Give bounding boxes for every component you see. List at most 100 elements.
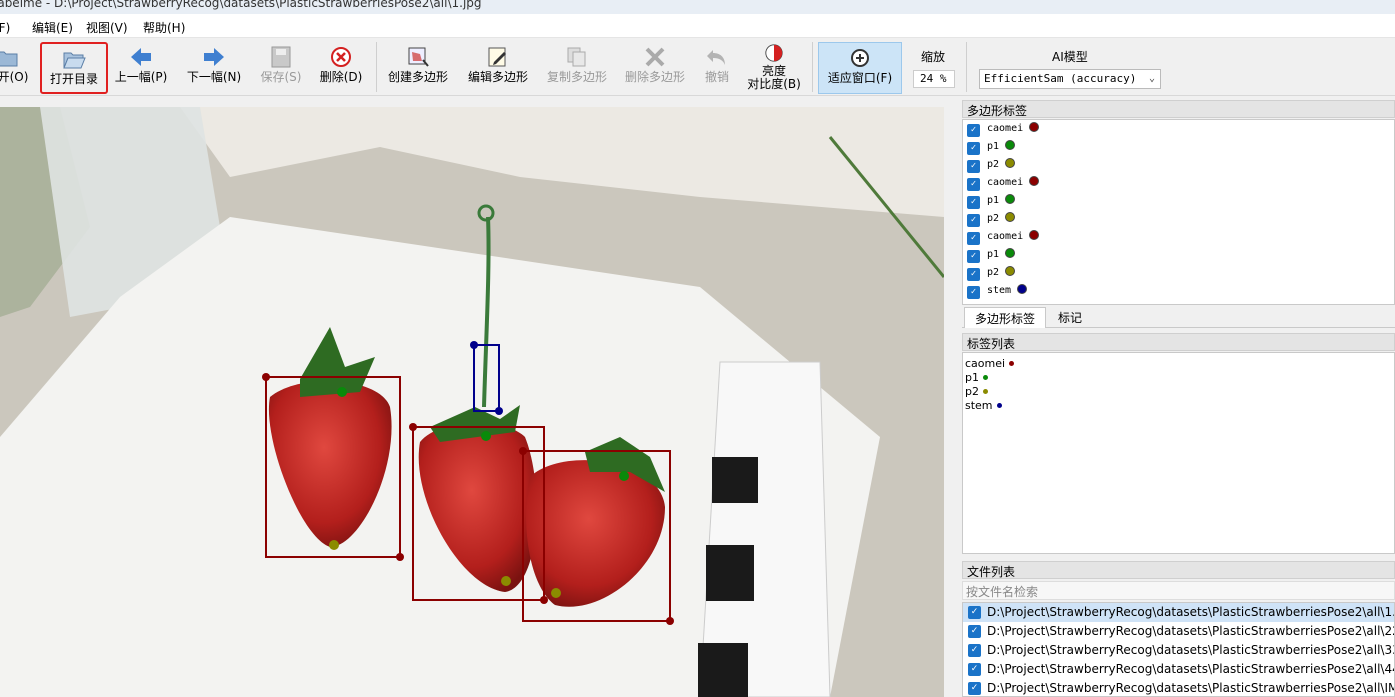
edit-polygon-button[interactable]: 编辑多边形 — [464, 42, 532, 94]
delete-button[interactable]: 删除(D) — [316, 42, 366, 94]
bbox-vertex[interactable] — [470, 341, 478, 349]
checkbox-checked[interactable]: ✓ — [967, 214, 980, 227]
create-polygon-button[interactable]: 创建多边形 — [384, 42, 452, 94]
open-button[interactable]: 打开(O) — [0, 42, 32, 94]
file-search-input[interactable]: 按文件名检索 — [962, 581, 1395, 600]
file-list-item[interactable]: ✓ D:\Project\StrawberryRecog\datasets\Pla… — [963, 603, 1394, 622]
arrow-left-icon — [131, 48, 151, 66]
keypoint-p1[interactable] — [619, 471, 629, 481]
checkbox-checked[interactable]: ✓ — [968, 606, 981, 619]
arrow-right-icon — [204, 48, 224, 66]
polygon-item[interactable]: ✓ p1 — [963, 246, 1394, 264]
polygon-item[interactable]: ✓ p2 — [963, 264, 1394, 282]
polygon-item[interactable]: ✓ p2 — [963, 156, 1394, 174]
label-list-item-label: stem — [965, 399, 993, 412]
edit-pencil-icon — [488, 47, 506, 67]
window-title: labelme - D:\Project\StrawberryRecog\dat… — [0, 0, 482, 10]
menu-file[interactable]: 文件(F) — [0, 19, 10, 36]
color-dot — [996, 403, 1002, 408]
scale-square — [706, 545, 754, 601]
label-list-item[interactable]: p2 — [963, 385, 1394, 399]
toolbar: 打开(O) 打开目录 上一幅(P) 下一幅(N) 保存(S) 删除(D) 创建多… — [0, 38, 1395, 96]
checkbox-checked[interactable]: ✓ — [967, 268, 980, 281]
tab-flags[interactable]: 标记 — [1048, 307, 1092, 328]
open-label: 打开(O) — [0, 70, 29, 84]
chevron-down-icon: ⌄ — [1148, 73, 1155, 84]
polygon-item[interactable]: ✓ p1 — [963, 192, 1394, 210]
bbox-vertex[interactable] — [666, 617, 674, 625]
create-polygon-icon — [408, 47, 429, 67]
open-dir-button[interactable]: 打开目录 — [40, 42, 108, 94]
bbox-vertex[interactable] — [396, 553, 404, 561]
tab-polygon-labels[interactable]: 多边形标签 — [964, 307, 1047, 328]
dock-tabs: 多边形标签 标记 — [962, 306, 1395, 328]
keypoint-p2[interactable] — [551, 588, 561, 598]
brightness-icon — [765, 44, 783, 62]
polygon-item[interactable]: ✓ caomei — [963, 228, 1394, 246]
polygon-item[interactable]: ✓ caomei — [963, 120, 1394, 138]
file-path: D:\Project\StrawberryRecog\datasets\Plas… — [987, 662, 1394, 676]
polygon-item[interactable]: ✓ stem — [963, 282, 1394, 300]
polygon-item[interactable]: ✓ p2 — [963, 210, 1394, 228]
menu-help[interactable]: 帮助(H) — [143, 19, 185, 36]
folder-icon — [0, 51, 18, 67]
label-list-item[interactable]: caomei — [963, 357, 1394, 371]
checkbox-checked[interactable]: ✓ — [967, 286, 980, 299]
label-list-item-label: caomei — [965, 357, 1006, 370]
delete-polygon-button[interactable]: 删除多边形 — [622, 42, 688, 94]
checkbox-checked[interactable]: ✓ — [968, 625, 981, 638]
bbox-vertex[interactable] — [495, 407, 503, 415]
bbox-vertex[interactable] — [262, 373, 270, 381]
checkbox-checked[interactable]: ✓ — [967, 142, 980, 155]
keypoint-p1[interactable] — [481, 431, 491, 441]
prev-image-button[interactable]: 上一幅(P) — [112, 42, 170, 94]
bbox-vertex[interactable] — [540, 596, 548, 604]
checkbox-checked[interactable]: ✓ — [968, 682, 981, 695]
checkbox-checked[interactable]: ✓ — [967, 250, 980, 263]
label-list-item[interactable]: stem — [963, 399, 1394, 413]
keypoint-p2[interactable] — [501, 576, 511, 586]
toolbar-separator — [966, 42, 967, 92]
brightness-contrast-button[interactable]: 亮度 对比度(B) — [744, 42, 804, 94]
checkbox-checked[interactable]: ✓ — [967, 178, 980, 191]
checkbox-checked[interactable]: ✓ — [968, 663, 981, 676]
ai-model-select[interactable]: EfficientSam (accuracy) ⌄ — [979, 69, 1161, 89]
keypoint-p1[interactable] — [337, 387, 347, 397]
save-button[interactable]: 保存(S) — [256, 42, 306, 94]
checkbox-checked[interactable]: ✓ — [968, 644, 981, 657]
polygon-item[interactable]: ✓ p1 — [963, 138, 1394, 156]
image-canvas[interactable] — [0, 107, 944, 697]
label-list-item-label: p2 — [965, 385, 979, 398]
file-list-item[interactable]: ✓ D:\Project\StrawberryRecog\datasets\Pla… — [963, 622, 1394, 641]
label-list-item[interactable]: p1 — [963, 371, 1394, 385]
undo-button[interactable]: 撤销 — [700, 42, 734, 94]
bbox-vertex[interactable] — [409, 423, 417, 431]
file-list-item[interactable]: ✓ D:\Project\StrawberryRecog\datasets\Pla… — [963, 679, 1394, 696]
copy-polygon-button[interactable]: 复制多边形 — [544, 42, 610, 94]
polygon-item[interactable]: ✓ caomei — [963, 174, 1394, 192]
file-list-header: 文件列表 — [962, 561, 1395, 579]
label-list-header: 标签列表 — [962, 333, 1395, 351]
keypoint-p2[interactable] — [329, 540, 339, 550]
checkbox-checked[interactable]: ✓ — [967, 160, 980, 173]
checkbox-checked[interactable]: ✓ — [967, 196, 980, 209]
checkbox-checked[interactable]: ✓ — [967, 232, 980, 245]
annotated-image[interactable] — [0, 107, 944, 697]
file-list-item[interactable]: ✓ D:\Project\StrawberryRecog\datasets\Pla… — [963, 660, 1394, 679]
polygon-item-label: p2 — [987, 159, 1000, 170]
menu-edit[interactable]: 编辑(E) — [32, 19, 73, 36]
zoom-input[interactable]: 24 % — [913, 70, 955, 88]
file-list-item[interactable]: ✓ D:\Project\StrawberryRecog\datasets\Pla… — [963, 641, 1394, 660]
polygon-panel-title: 多边形标签 — [967, 104, 1028, 118]
color-dot — [1005, 266, 1016, 276]
menu-view[interactable]: 视图(V) — [86, 19, 128, 36]
bbox-vertex[interactable] — [519, 447, 527, 455]
checkbox-checked[interactable]: ✓ — [967, 124, 980, 137]
file-path: D:\Project\StrawberryRecog\datasets\Plas… — [987, 605, 1394, 619]
file-path: D:\Project\StrawberryRecog\datasets\Plas… — [987, 643, 1394, 657]
fit-window-button[interactable]: 适应窗口(F) — [818, 42, 902, 94]
next-image-button[interactable]: 下一幅(N) — [184, 42, 244, 94]
file-path: D:\Project\StrawberryRecog\datasets\Plas… — [987, 681, 1394, 695]
fit-window-label: 适应窗口(F) — [827, 71, 893, 85]
edit-polygon-label: 编辑多边形 — [467, 70, 528, 84]
